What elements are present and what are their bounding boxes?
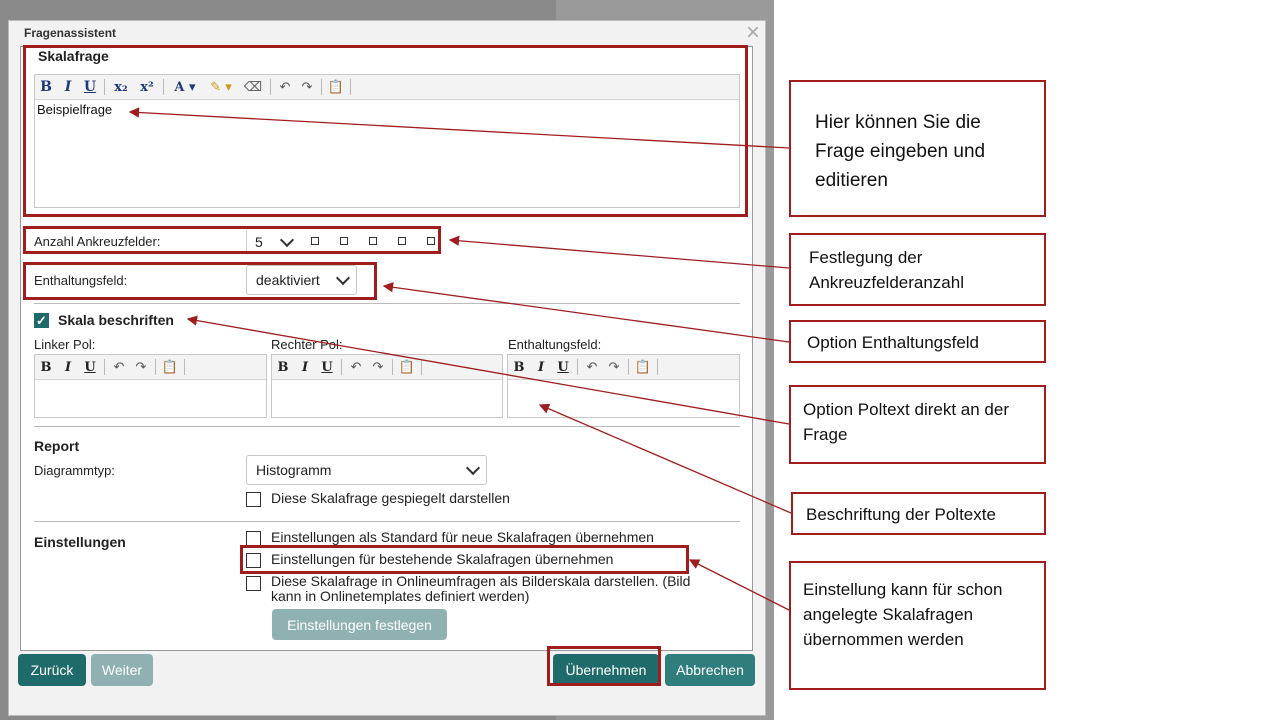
arrow-pole-labels xyxy=(538,403,792,514)
arrow-count xyxy=(448,235,790,269)
arrow-abstain xyxy=(382,282,790,343)
annotation-arrows xyxy=(128,107,792,611)
arrow-poltext xyxy=(186,315,790,425)
arrow-existing xyxy=(688,559,790,611)
arrow-editor xyxy=(128,107,790,149)
